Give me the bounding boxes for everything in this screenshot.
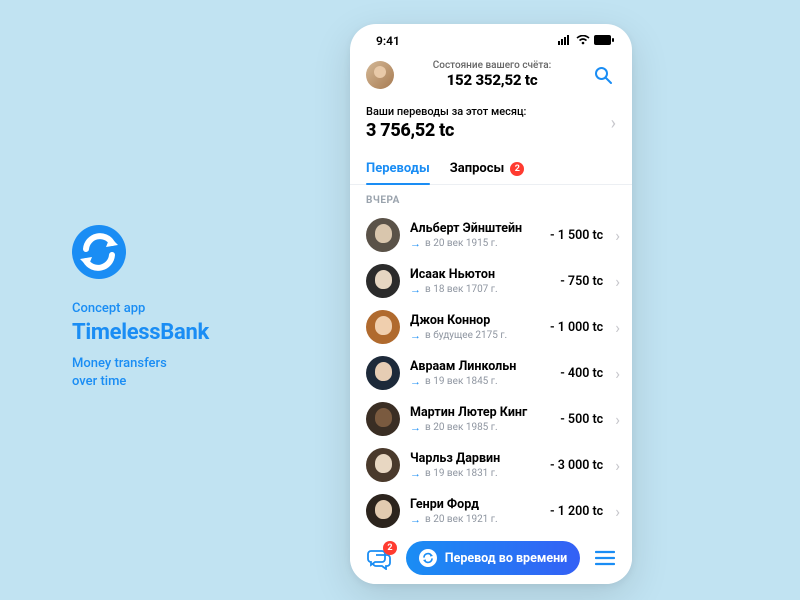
wifi-icon: [576, 34, 590, 48]
transfer-destination: →в 18 век 1707 г.: [410, 283, 550, 296]
transaction-row[interactable]: Чарльз Дарвин→в 19 век 1831 г. - 3 000 tc…: [350, 442, 632, 488]
menu-icon: [595, 550, 615, 566]
tabs: Переводы Запросы 2: [350, 153, 632, 185]
promo-subtitle: Money transfers over time: [72, 355, 272, 390]
month-summary[interactable]: Ваши переводы за этот месяц: 3 756,52 tc…: [350, 101, 632, 153]
transfer-icon: [419, 549, 437, 567]
arrow-right-icon: →: [410, 375, 421, 388]
transfer-amount: - 3 000 tc: [550, 458, 603, 473]
transaction-row[interactable]: Исаак Ньютон→в 18 век 1707 г. - 750 tc ›: [350, 258, 632, 304]
cta-label: Перевод во времени: [445, 551, 568, 566]
phone-frame: 9:41 Состояние вашего счёта: 152 352,52 …: [350, 24, 632, 584]
promo-block: Concept app TimelessBank Money transfers…: [72, 225, 272, 390]
chat-button[interactable]: 2: [364, 543, 394, 573]
arrow-right-icon: →: [410, 513, 421, 526]
balance-value: 152 352,52 tc: [400, 71, 584, 89]
contact-name: Джон Коннор: [410, 313, 540, 328]
contact-avatar: [366, 448, 400, 482]
transfer-amount: - 1 200 tc: [550, 504, 603, 519]
contact-name: Исаак Ньютон: [410, 267, 550, 282]
transfer-destination: →в 20 век 1921 г.: [410, 513, 540, 526]
tab-requests[interactable]: Запросы 2: [450, 153, 525, 184]
transfer-amount: - 1 000 tc: [550, 320, 603, 335]
status-time: 9:41: [376, 34, 400, 48]
transfer-destination: →в 20 век 1985 г.: [410, 421, 550, 434]
contact-avatar: [366, 218, 400, 252]
tab-label: Запросы: [450, 161, 505, 176]
transfer-destination: →в 20 век 1915 г.: [410, 237, 540, 250]
signal-icon: [558, 34, 572, 48]
chevron-right-icon: ›: [615, 456, 620, 475]
contact-avatar: [366, 310, 400, 344]
contact-avatar: [366, 402, 400, 436]
tab-transfers[interactable]: Переводы: [366, 153, 430, 184]
tab-label: Переводы: [366, 161, 430, 176]
contact-avatar: [366, 356, 400, 390]
balance-box[interactable]: Состояние вашего счёта: 152 352,52 tc: [400, 60, 584, 89]
search-icon: [593, 65, 613, 85]
contact-name: Авраам Линкольн: [410, 359, 550, 374]
arrow-right-icon: →: [410, 329, 421, 342]
chevron-right-icon: ›: [615, 502, 620, 521]
requests-badge: 2: [510, 162, 524, 176]
battery-icon: [594, 34, 614, 48]
chevron-right-icon: ›: [611, 113, 616, 134]
search-button[interactable]: [590, 62, 616, 88]
transfer-destination: →в 19 век 1845 г.: [410, 375, 550, 388]
transfer-amount: - 750 tc: [560, 274, 603, 289]
app-logo: [72, 225, 126, 279]
time-transfer-button[interactable]: Перевод во времени: [406, 541, 580, 575]
chevron-right-icon: ›: [615, 226, 620, 245]
transfer-amount: - 500 tc: [560, 412, 603, 427]
contact-name: Генри Форд: [410, 497, 540, 512]
month-value: 3 756,52 tc: [366, 120, 611, 141]
chevron-right-icon: ›: [615, 272, 620, 291]
bottom-bar: 2 Перевод во времени: [350, 532, 632, 584]
chevron-right-icon: ›: [615, 318, 620, 337]
transaction-row[interactable]: Мартин Лютер Кинг→в 20 век 1985 г. - 500 …: [350, 396, 632, 442]
contact-name: Чарльз Дарвин: [410, 451, 540, 466]
contact-name: Мартин Лютер Кинг: [410, 405, 550, 420]
contact-name: Альберт Эйнштейн: [410, 221, 540, 236]
transaction-row[interactable]: Альберт Эйнштейн→в 20 век 1915 г. - 1 500…: [350, 212, 632, 258]
transaction-row[interactable]: Генри Форд→в 20 век 1921 г. - 1 200 tc ›: [350, 488, 632, 534]
header: Состояние вашего счёта: 152 352,52 tc: [350, 54, 632, 101]
arrow-right-icon: →: [410, 421, 421, 434]
transfer-amount: - 400 tc: [560, 366, 603, 381]
month-label: Ваши переводы за этот месяц:: [366, 105, 611, 118]
transaction-list[interactable]: ВЧЕРА Альберт Эйнштейн→в 20 век 1915 г.-…: [350, 185, 632, 584]
promo-concept: Concept app: [72, 301, 272, 316]
contact-avatar: [366, 494, 400, 528]
arrow-right-icon: →: [410, 467, 421, 480]
arrow-right-icon: →: [410, 283, 421, 296]
status-bar: 9:41: [350, 24, 632, 54]
transfer-destination: →в будущее 2175 г.: [410, 329, 540, 342]
transfer-destination: →в 19 век 1831 г.: [410, 467, 540, 480]
contact-avatar: [366, 264, 400, 298]
promo-title: TimelessBank: [72, 320, 272, 345]
arrow-right-icon: →: [410, 237, 421, 250]
chevron-right-icon: ›: [615, 364, 620, 383]
transaction-row[interactable]: Авраам Линкольн→в 19 век 1845 г. - 400 tc…: [350, 350, 632, 396]
chat-badge: 2: [383, 541, 397, 555]
menu-button[interactable]: [592, 545, 618, 571]
transfer-amount: - 1 500 tc: [550, 228, 603, 243]
balance-label: Состояние вашего счёта:: [400, 60, 584, 71]
transaction-row[interactable]: Джон Коннор→в будущее 2175 г. - 1 000 tc ›: [350, 304, 632, 350]
list-section-label: ВЧЕРА: [350, 185, 632, 212]
user-avatar[interactable]: [366, 61, 394, 89]
chevron-right-icon: ›: [615, 410, 620, 429]
